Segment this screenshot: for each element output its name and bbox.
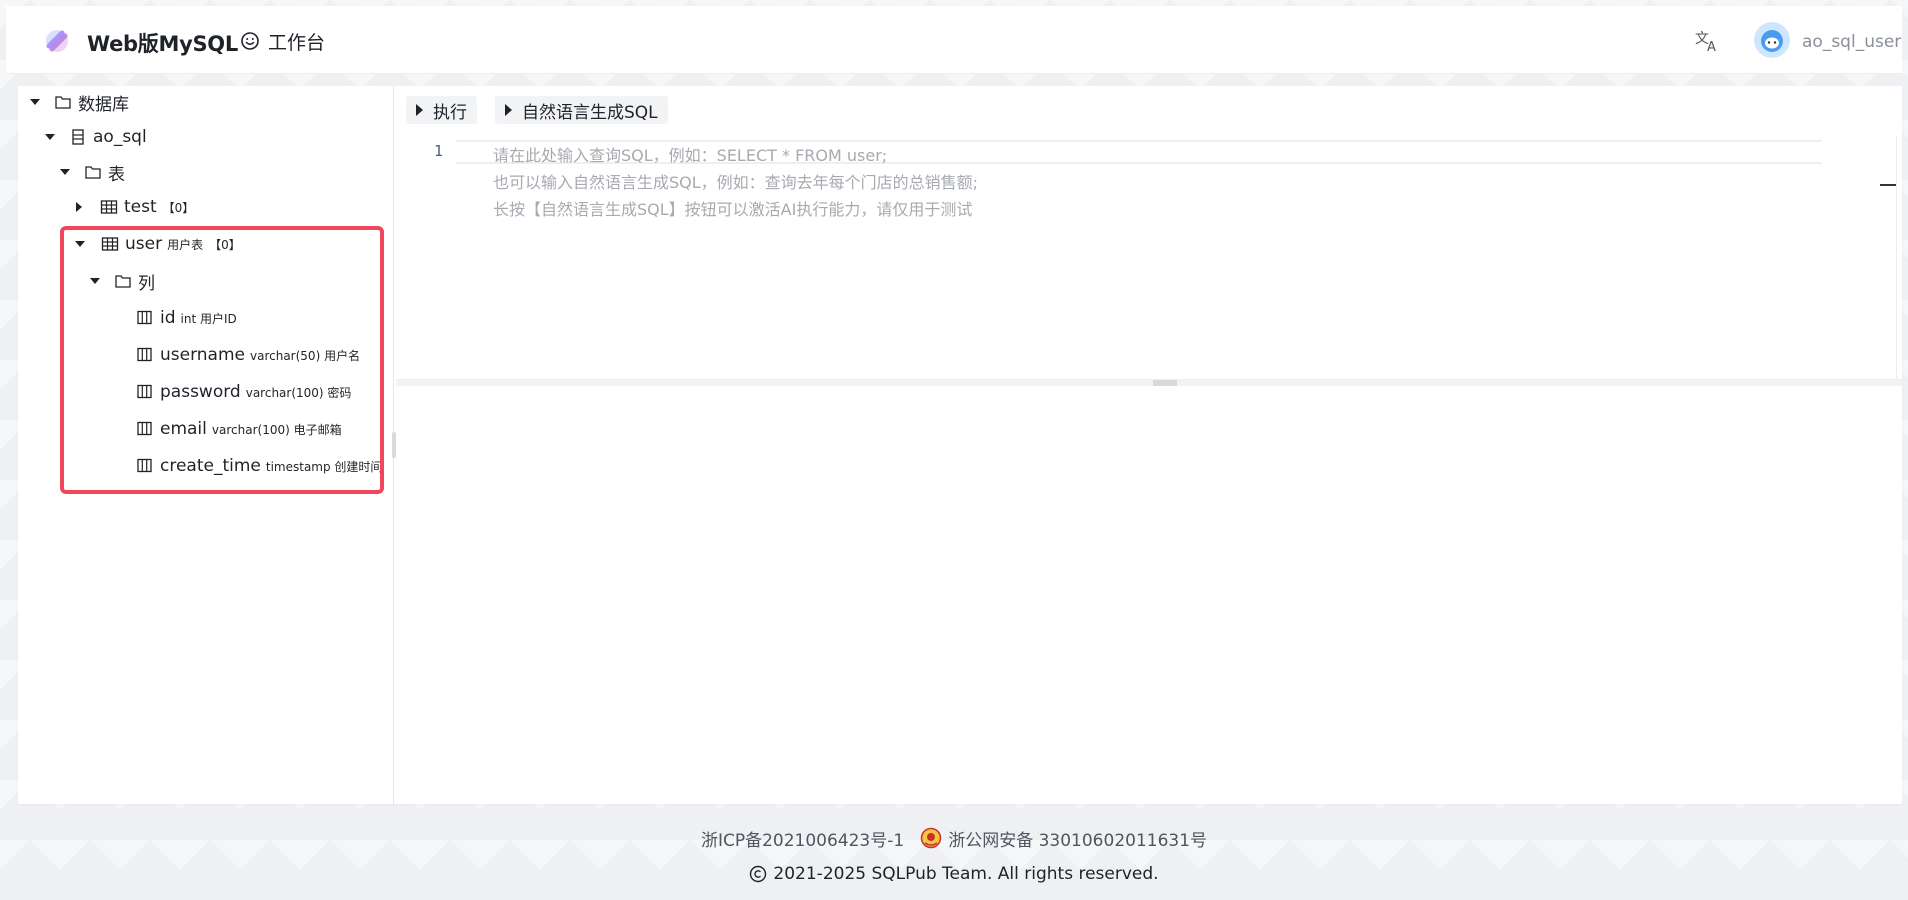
avatar-icon[interactable] — [1754, 22, 1790, 58]
username[interactable]: ao_sql_user — [1802, 32, 1901, 52]
editor-placeholder-line: 长按【自然语言生成SQL】按钮可以激活AI执行能力，请仅用于测试 — [493, 200, 973, 219]
editor-placeholder-line: 也可以输入自然语言生成SQL，例如：查询去年每个门店的总销售额; — [493, 173, 979, 192]
police-badge-icon — [920, 827, 942, 849]
tree-label: 数据库 — [78, 94, 129, 115]
tree-node-root[interactable]: 数据库 — [30, 87, 129, 117]
tree-node-tables-folder[interactable]: 表 — [60, 157, 125, 187]
workbench-link[interactable]: 工作台 — [240, 27, 325, 55]
svg-text:A: A — [1707, 40, 1716, 55]
caret-down-icon[interactable] — [60, 169, 70, 175]
main-panel: 数据库 ao_sql 表 test 【0】 user 用户表 【0】 列 id … — [18, 86, 1902, 804]
copyright-text: 2021-2025 SQLPub Team. All rights reserv… — [773, 864, 1159, 884]
police-filing-text: 浙公网安备 33010602011631号 — [948, 830, 1208, 851]
nl2sql-button-label: 自然语言生成SQL — [522, 102, 658, 123]
workbench-label: 工作台 — [268, 31, 326, 54]
footer-filing: 浙ICP备2021006423号-1 浙公网安备 33010602011631号 — [0, 826, 1908, 851]
caret-down-icon[interactable] — [45, 134, 55, 140]
database-tree: 数据库 ao_sql 表 test 【0】 user 用户表 【0】 列 id … — [18, 86, 394, 804]
caret-down-icon[interactable] — [30, 99, 40, 105]
folder-icon — [85, 166, 101, 179]
tree-label: 表 — [108, 164, 125, 185]
table-row-count: 【0】 — [162, 200, 195, 215]
editor-placeholder-line: 请在此处输入查询SQL，例如：SELECT * FROM user; — [493, 146, 888, 165]
tree-node-database[interactable]: ao_sql — [45, 122, 147, 152]
play-icon — [416, 104, 423, 116]
table-icon — [100, 200, 118, 214]
run-button-label: 执行 — [433, 102, 467, 123]
sql-editor[interactable]: 1 请在此处输入查询SQL，例如：SELECT * FROM user; 也可以… — [396, 136, 1902, 380]
run-button[interactable]: 执行 — [406, 96, 477, 124]
editor-scrollbar[interactable] — [1896, 136, 1902, 380]
caret-right-icon[interactable] — [76, 202, 82, 212]
folder-icon — [55, 96, 71, 109]
icp-link[interactable]: 浙ICP备2021006423号-1 — [701, 826, 904, 851]
tree-node-table-test[interactable]: test 【0】 — [76, 192, 194, 222]
translate-icon[interactable]: 文 A — [1692, 26, 1722, 56]
line-number: 1 — [434, 142, 444, 160]
app-title: Web版MySQL — [87, 32, 238, 56]
copyright-icon — [750, 865, 767, 883]
database-icon — [72, 129, 84, 145]
smile-icon — [241, 32, 259, 50]
police-filing-link[interactable]: 浙公网安备 33010602011631号 — [920, 826, 1207, 851]
nl2sql-button[interactable]: 自然语言生成SQL — [495, 96, 668, 124]
overview-ruler-mark — [1880, 184, 1896, 186]
top-header: Web版MySQL 工作台 文 A ao_sql_user — [6, 6, 1902, 74]
table-name: test — [124, 197, 157, 217]
tree-label: ao_sql — [93, 127, 147, 147]
footer-copyright: 2021-2025 SQLPub Team. All rights reserv… — [0, 862, 1908, 886]
results-panel — [396, 386, 1902, 804]
play-icon — [505, 104, 512, 116]
editor-toolbar: 执行 自然语言生成SQL — [406, 96, 668, 124]
editor-area: 执行 自然语言生成SQL 1 请在此处输入查询SQL，例如：SELECT * F… — [396, 86, 1902, 804]
logo-icon — [46, 30, 68, 52]
highlight-annotation — [60, 226, 384, 494]
